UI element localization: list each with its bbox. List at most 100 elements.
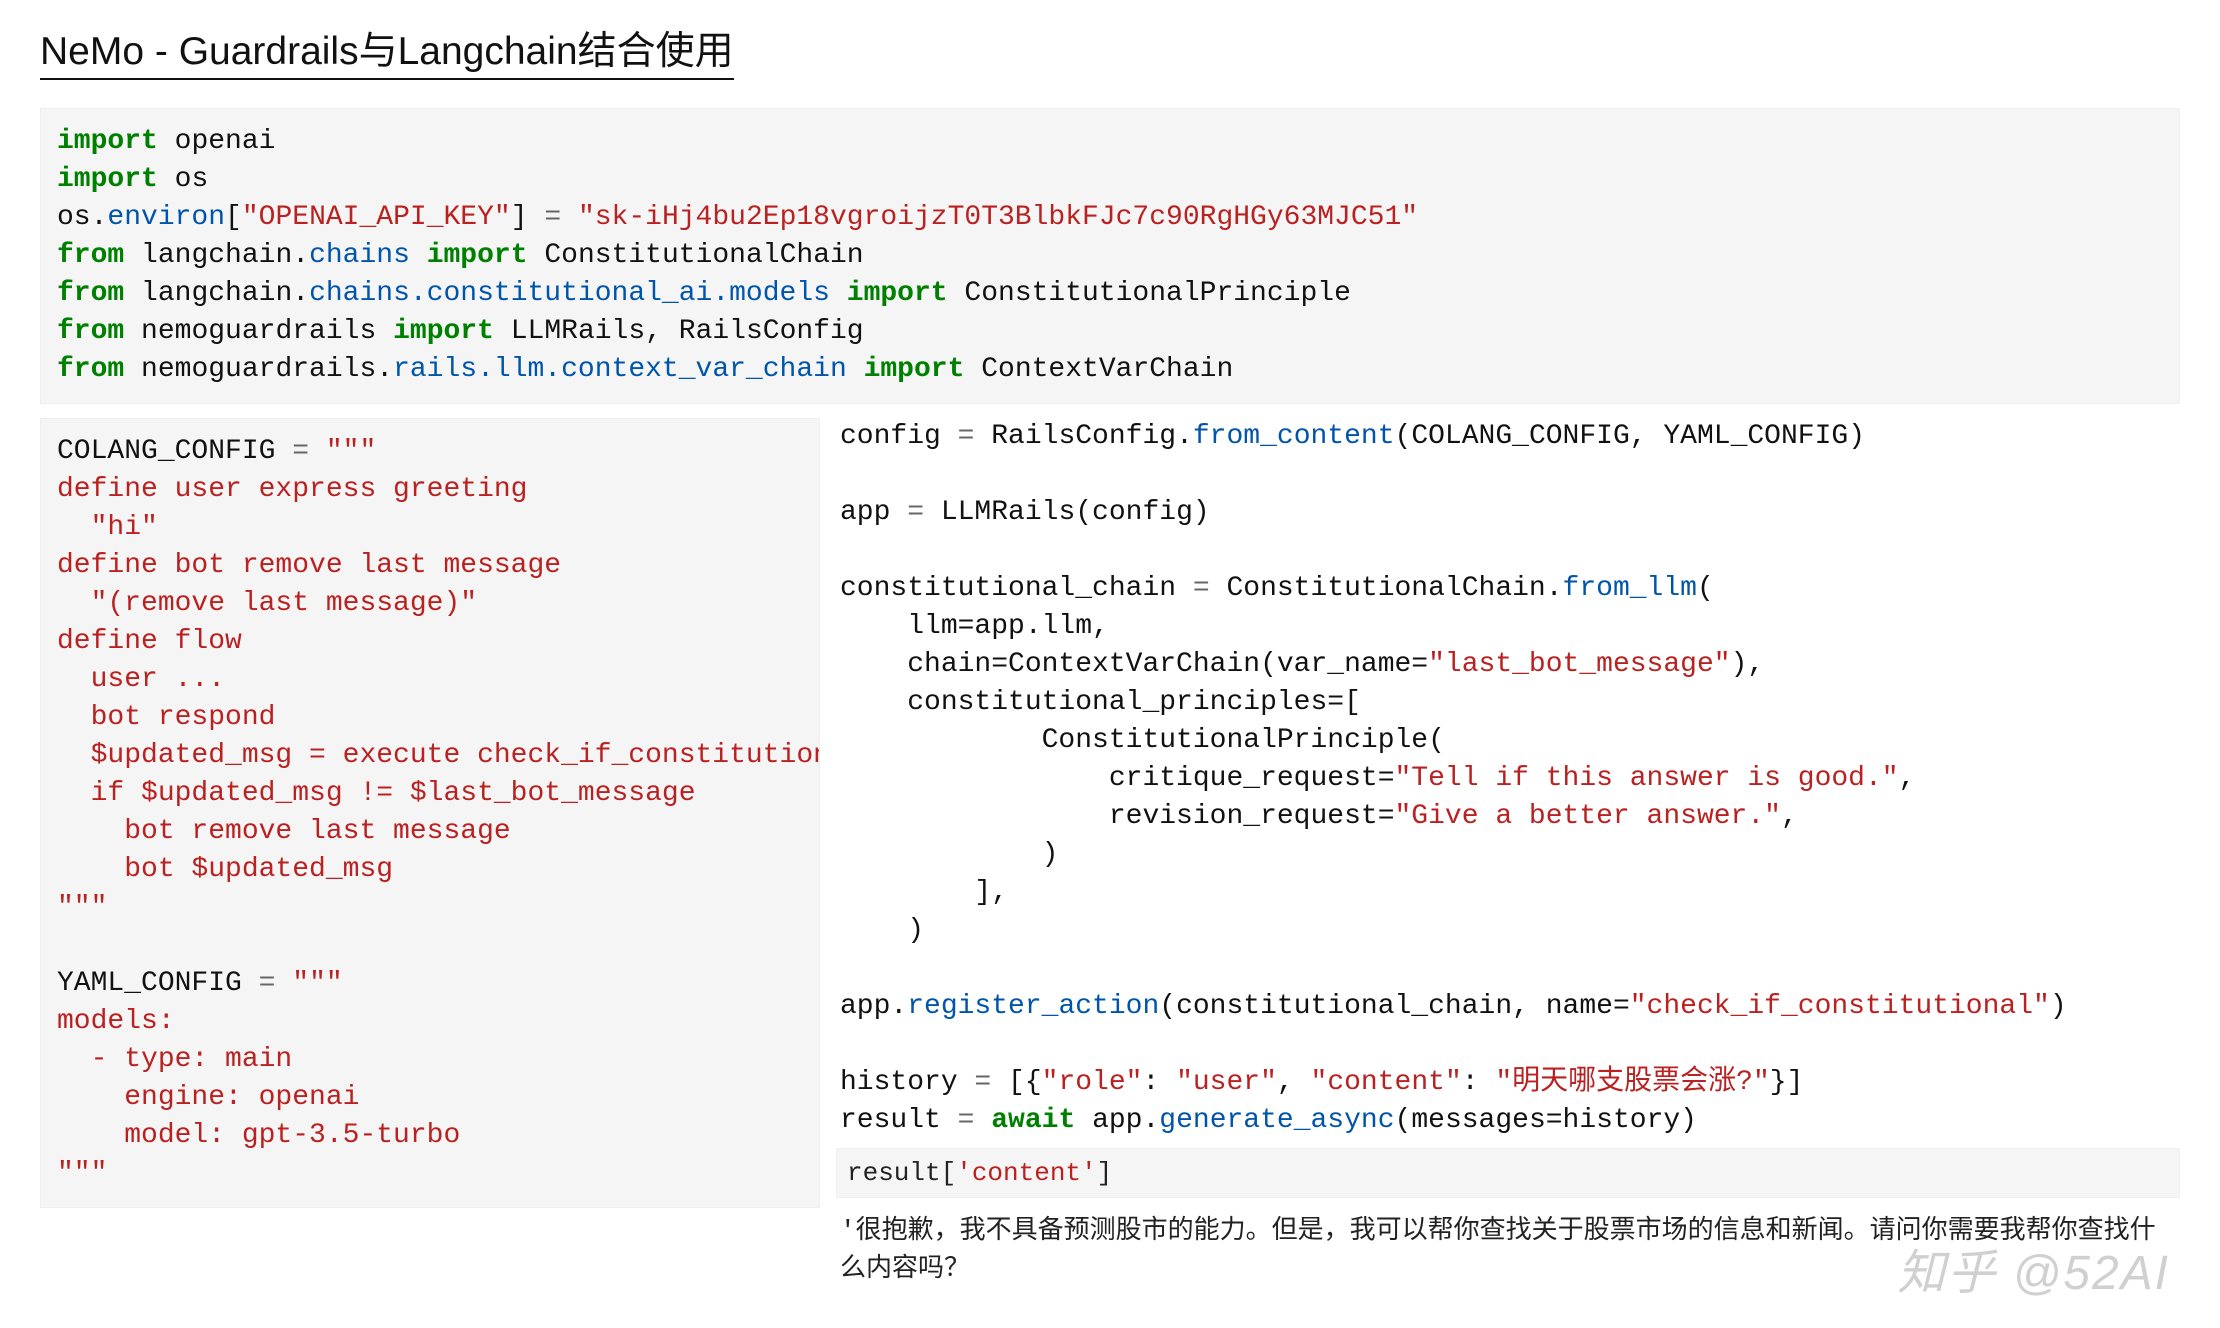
mod: langchain. [141,240,309,271]
args: (messages=history) [1395,1105,1697,1136]
v1: "user" [1176,1067,1277,1098]
res-str: 'content' [956,1158,1096,1188]
cc-str: "Give a better answer." [1395,801,1781,832]
cc-line: ConstitutionalPrinciple( [840,725,1445,756]
cc-line-pre: critique_request= [840,763,1395,794]
cc-post: , [1781,801,1798,832]
op-eq: = [242,968,292,999]
res-pre: result[ [847,1158,956,1188]
kw-import: import [847,278,948,309]
kw-from: from [57,240,124,271]
env-key: "OPENAI_API_KEY" [242,202,511,233]
colang-line: $updated_msg = execute check_if_constitu… [57,740,820,771]
app-pre: app [840,497,907,528]
code-colang-yaml: COLANG_CONFIG = """ define user express … [40,418,820,1208]
fn: from_content [1193,421,1395,452]
str-close: """ [57,1158,107,1189]
k1: "role" [1042,1067,1143,1098]
sep: , [1277,1067,1311,1098]
colang-line: define flow [57,626,242,657]
args: (constitutional_chain, name= [1159,991,1629,1022]
cc-pre: constitutional_chain [840,573,1193,604]
reg-str: "check_if_constitutional" [1630,991,2050,1022]
op-eq: = [1193,573,1227,604]
kw-from: from [57,354,124,385]
colang-line: define bot remove last message [57,550,561,581]
colang-line: bot remove last message [57,816,511,847]
kw-import: import [427,240,528,271]
cc-line: ) [840,839,1058,870]
res-post: ] [1097,1158,1113,1188]
cc-line: constitutional_principles=[ [840,687,1361,718]
yaml-line: models: [57,1006,175,1037]
colang-line: if $updated_msg != $last_bot_message [57,778,696,809]
cls: ConstitutionalPrinciple [964,278,1350,309]
fn: register_action [907,991,1159,1022]
submod: chains.constitutional_ai.models [309,278,830,309]
colang-line: define user express greeting [57,474,527,505]
colang-line: bot $updated_msg [57,854,393,885]
kw-from: from [57,278,124,309]
args: (config) [1075,497,1209,528]
var-yaml: YAML_CONFIG [57,968,242,999]
code-right-main: config = RailsConfig.from_content(COLANG… [836,418,2180,1140]
colang-line: "(remove last message)" [57,588,477,619]
cc-line: ], [840,877,1008,908]
args: (COLANG_CONFIG, YAML_CONFIG) [1395,421,1865,452]
reg-pre: app. [840,991,907,1022]
submod: chains [309,240,410,271]
cc-post: ), [1731,649,1765,680]
colang-line: user ... [57,664,225,695]
kw-import: import [57,164,158,195]
c: : [1462,1067,1496,1098]
code-result-expr: result['content'] [836,1148,2180,1198]
cfg-pre: config [840,421,958,452]
open: ( [1697,573,1714,604]
bracket: [ [225,202,242,233]
cls: LLMRails, RailsConfig [511,316,864,347]
str-open: """ [326,436,376,467]
yaml-line: engine: openai [57,1082,359,1113]
mod-os: os [175,164,209,195]
res-pre: result [840,1105,958,1136]
op-eq: = [974,1067,1008,1098]
cc-line-pre: chain=ContextVarChain(var_name= [840,649,1428,680]
cc-str: "last_bot_message" [1428,649,1730,680]
cls: ContextVarChain [981,354,1233,385]
submod: rails.llm.context_var_chain [393,354,847,385]
kw-await: await [991,1105,1075,1136]
sp [1075,1105,1092,1136]
cc-post: , [1899,763,1916,794]
kw-import: import [57,126,158,157]
cls: LLMRails [941,497,1075,528]
yaml-line: model: gpt-3.5-turbo [57,1120,460,1151]
fn: generate_async [1159,1105,1394,1136]
cc-line: llm=app.llm, [840,611,1109,642]
mod: nemoguardrails. [141,354,393,385]
cls: RailsConfig. [991,421,1193,452]
cc-line: ) [840,915,924,946]
args: ) [2050,991,2067,1022]
op-eq: = [528,202,578,233]
mod: nemoguardrails [141,316,376,347]
c: : [1142,1067,1176,1098]
cc-line-pre: revision_request= [840,801,1395,832]
colang-line: "hi" [57,512,158,543]
var-colang: COLANG_CONFIG [57,436,275,467]
op-eq: = [275,436,325,467]
yaml-line: - type: main [57,1044,292,1075]
colang-line: bot respond [57,702,275,733]
os-prefix: os. [57,202,107,233]
kw-import: import [864,354,965,385]
open: [{ [1008,1067,1042,1098]
op-eq: = [958,421,992,452]
page-title: NeMo - Guardrails与Langchain结合使用 [40,20,734,80]
obj: app. [1092,1105,1159,1136]
close: }] [1770,1067,1804,1098]
env-val: "sk-iHj4bu2Ep18vgroijzT0T3BlbkFJc7c90RgH… [578,202,1418,233]
str-open: """ [292,968,342,999]
kw-import: import [393,316,494,347]
kw-from: from [57,316,124,347]
fn-environ: environ [107,202,225,233]
mod-openai: openai [175,126,276,157]
